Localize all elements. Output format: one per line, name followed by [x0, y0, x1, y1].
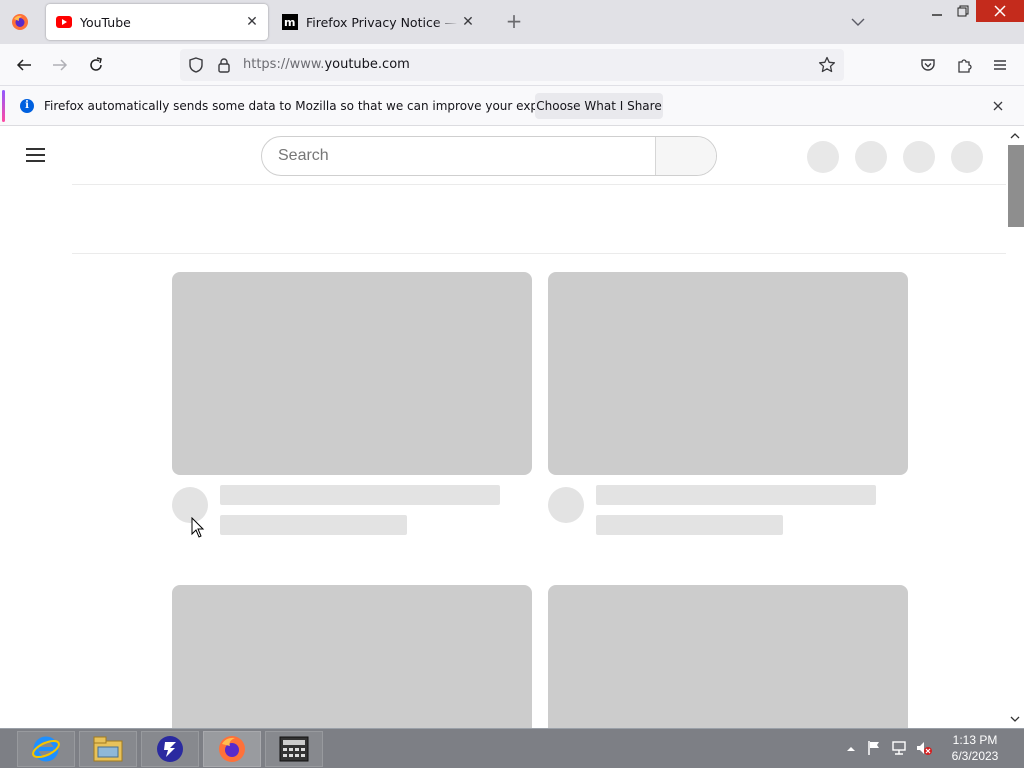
tab-title: YouTube: [80, 14, 131, 30]
close-notification-icon[interactable]: [990, 98, 1006, 114]
video-thumbnail-skeleton: [548, 585, 908, 728]
firefox-view-icon[interactable]: [8, 10, 32, 34]
forward-icon[interactable]: [46, 52, 74, 78]
app-menu-icon[interactable]: [986, 52, 1014, 78]
reload-icon[interactable]: [82, 52, 110, 78]
filezilla-icon[interactable]: [141, 731, 199, 767]
tab-privacy-notice[interactable]: m Firefox Privacy Notice — Mozill ✕: [272, 4, 484, 40]
page-scrollbar[interactable]: [1006, 127, 1024, 728]
search-button[interactable]: [655, 137, 716, 175]
mozilla-icon: m: [282, 14, 298, 30]
close-window-icon[interactable]: [976, 0, 1024, 22]
youtube-page: Search: [0, 127, 1024, 728]
channel-avatar-skeleton: [548, 487, 584, 523]
mouse-cursor-icon: [191, 517, 205, 538]
tab-strip: YouTube ✕ m Firefox Privacy Notice — Moz…: [0, 0, 1024, 44]
svg-text:m: m: [284, 16, 295, 29]
firefox-icon[interactable]: [203, 731, 261, 767]
url-domain: youtube.com: [324, 57, 410, 72]
header-placeholder-circle: [903, 141, 935, 173]
data-collection-notification: i Firefox automatically sends some data …: [0, 86, 1024, 126]
divider: [72, 253, 1008, 254]
list-all-tabs-icon[interactable]: [848, 12, 868, 32]
video-thumbnail-skeleton: [172, 585, 532, 728]
pocket-icon[interactable]: [914, 52, 942, 78]
restore-icon[interactable]: [948, 0, 978, 22]
video-thumbnail-skeleton: [548, 272, 908, 475]
tracking-protection-shield-icon[interactable]: [188, 57, 204, 77]
choose-what-i-share-button[interactable]: Choose What I Share: [535, 93, 663, 119]
info-icon: i: [20, 99, 34, 113]
url-prefix: https://www.: [243, 57, 325, 72]
guide-menu-icon[interactable]: [26, 147, 46, 163]
clock-time: 1:13 PM: [952, 733, 998, 747]
extensions-icon[interactable]: [950, 52, 978, 78]
header-placeholder-circle: [807, 141, 839, 173]
action-center-flag-icon[interactable]: [867, 740, 881, 756]
header-placeholder-circle: [951, 141, 983, 173]
close-tab-icon[interactable]: ✕: [458, 12, 478, 32]
network-icon[interactable]: [891, 740, 907, 756]
meta-line-skeleton: [596, 515, 783, 535]
lock-icon[interactable]: [216, 57, 232, 77]
title-line-skeleton: [596, 485, 876, 505]
search-box: Search: [261, 136, 717, 176]
tab-title: Firefox Privacy Notice — Mozill: [306, 14, 458, 30]
system-clock[interactable]: 1:13 PM 6/3/2023: [940, 732, 1010, 764]
close-tab-icon[interactable]: ✕: [242, 12, 262, 32]
tab-youtube[interactable]: YouTube ✕: [46, 4, 268, 40]
file-explorer-icon[interactable]: [79, 731, 137, 767]
show-hidden-icons-icon[interactable]: [846, 745, 856, 753]
divider: [72, 184, 1008, 185]
windows-taskbar: 1:13 PM 6/3/2023: [0, 728, 1024, 768]
title-line-skeleton: [220, 485, 500, 505]
address-bar[interactable]: https://www.youtube.com: [180, 49, 844, 81]
search-input[interactable]: Search: [262, 137, 655, 175]
scroll-down-arrow-icon[interactable]: [1010, 714, 1020, 724]
notification-message: Firefox automatically sends some data to…: [44, 99, 587, 113]
calculator-icon[interactable]: [265, 731, 323, 767]
clock-date: 6/3/2023: [951, 749, 999, 763]
back-icon[interactable]: [10, 52, 38, 78]
volume-muted-icon[interactable]: [915, 740, 933, 756]
scroll-up-arrow-icon[interactable]: [1010, 131, 1020, 141]
internet-explorer-icon[interactable]: [17, 731, 75, 767]
header-placeholder-circle: [855, 141, 887, 173]
scrollbar-thumb[interactable]: [1008, 145, 1024, 227]
video-thumbnail-skeleton: [172, 272, 532, 475]
notification-accent: [2, 90, 5, 122]
bookmark-star-icon[interactable]: [818, 56, 836, 78]
navigation-toolbar: https://www.youtube.com: [0, 44, 1024, 86]
url-text: https://www.youtube.com: [243, 57, 410, 72]
youtube-icon: [56, 14, 72, 30]
new-tab-icon[interactable]: +: [504, 11, 524, 32]
meta-line-skeleton: [220, 515, 407, 535]
